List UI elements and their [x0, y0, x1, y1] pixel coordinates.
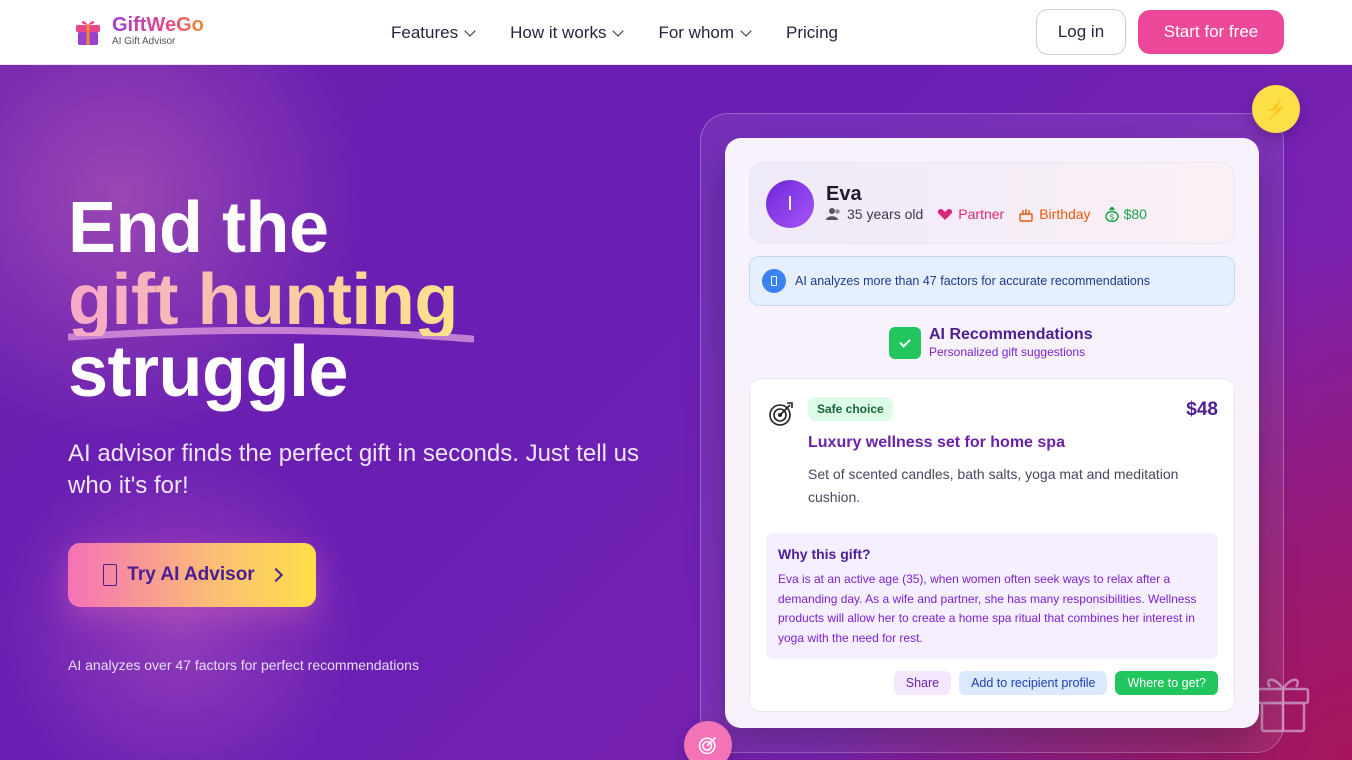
chevron-down-icon: [464, 24, 476, 37]
info-icon: [762, 269, 786, 293]
hero-subtitle: AI advisor finds the perfect gift in sec…: [68, 440, 639, 499]
age-label: 35 years old: [847, 206, 924, 222]
brand-tagline: AI Gift Advisor: [112, 36, 176, 47]
gift-actions: Share Add to recipient profile Where to …: [893, 671, 1218, 695]
gift-price: $48: [1186, 399, 1218, 420]
cta-label: Try AI Advisor: [127, 564, 255, 585]
share-button[interactable]: Share: [893, 671, 952, 695]
recipient-name: Eva: [826, 183, 862, 205]
gift-suggestion: Safe choice $48 Luxury wellness set for …: [749, 378, 1235, 712]
main-nav: Features How it works For whom Pricing: [391, 0, 838, 65]
headline-line-3: struggle: [68, 332, 349, 412]
nav-features[interactable]: Features: [391, 22, 476, 43]
gift-title: Luxury wellness set for home spa: [808, 434, 1065, 451]
occasion-tag: Birthday: [1018, 206, 1091, 222]
hero-section: End the gift hunting struggle AI advisor…: [0, 65, 1352, 760]
nav-how-it-works-label: How it works: [510, 22, 607, 42]
recipient-profile: I Eva 35 years old Partner Birthday $ $8…: [749, 162, 1235, 244]
headline-line-1: End the: [68, 188, 329, 268]
heart-icon: [938, 208, 953, 220]
brand-name: GiftWeGo: [112, 14, 204, 36]
avatar: I: [766, 180, 814, 228]
start-free-button[interactable]: Start for free: [1138, 10, 1284, 54]
money-icon: $: [1104, 207, 1119, 222]
brand-logo[interactable]: GiftWeGo AI Gift Advisor: [74, 14, 204, 48]
chevron-down-icon: [612, 24, 625, 37]
users-icon: [826, 208, 840, 220]
budget-label: $80: [1123, 206, 1147, 222]
relation-tag: Partner: [937, 206, 1004, 222]
nav-for-whom-label: For whom: [658, 22, 735, 42]
headline-line-2: gift hunting: [68, 260, 458, 340]
age-tag: 35 years old: [826, 206, 923, 222]
gift-description: Set of scented candles, bath salts, yoga…: [808, 466, 1179, 505]
lightning-icon: ⚡: [1252, 85, 1300, 133]
safe-choice-badge: Safe choice: [808, 397, 893, 421]
nav-how-it-works[interactable]: How it works: [510, 22, 625, 43]
nav-pricing-label: Pricing: [786, 22, 838, 42]
add-to-profile-button[interactable]: Add to recipient profile: [959, 671, 1108, 695]
why-text: Eva is at an active age (35), when women…: [778, 572, 1197, 645]
target-icon: [769, 402, 793, 426]
why-this-gift: Why this gift? Eva is at an active age (…: [766, 533, 1218, 659]
check-icon: [889, 327, 921, 359]
info-text: AI analyzes more than 47 factors for acc…: [795, 274, 1151, 288]
recipient-meta: 35 years old Partner Birthday $ $80: [826, 206, 1147, 222]
tablet-icon: [103, 564, 118, 586]
chevron-down-icon: [740, 24, 752, 37]
recommendations-header: AI Recommendations Personalized gift sug…: [889, 326, 1093, 360]
nav-for-whom[interactable]: For whom: [658, 22, 752, 43]
why-title: Why this gift?: [778, 546, 871, 562]
recommendations-subtitle: Personalized gift suggestions: [929, 345, 1086, 359]
recommendation-card: I Eva 35 years old Partner Birthday $ $8…: [725, 138, 1259, 728]
nav-features-label: Features: [391, 22, 459, 42]
relation-label: Partner: [958, 206, 1005, 222]
try-ai-advisor-button[interactable]: Try AI Advisor: [68, 543, 316, 607]
occasion-label: Birthday: [1039, 206, 1091, 222]
recommendations-title: AI Recommendations: [929, 326, 1093, 343]
nav-pricing[interactable]: Pricing: [786, 23, 838, 43]
info-banner: AI analyzes more than 47 factors for acc…: [749, 256, 1235, 306]
target-icon: [698, 736, 717, 755]
site-header: GiftWeGo AI Gift Advisor Features How it…: [0, 0, 1352, 65]
gift-icon: [1256, 678, 1310, 733]
gift-icon: [76, 21, 100, 45]
where-to-get-button[interactable]: Where to get?: [1115, 671, 1218, 695]
svg-text:$: $: [1109, 213, 1114, 222]
hero-footnote: AI analyzes over 47 factors for perfect …: [68, 657, 419, 673]
login-button[interactable]: Log in: [1036, 9, 1126, 55]
chevron-right-icon: [268, 567, 283, 583]
cake-icon: [1019, 209, 1033, 222]
budget-tag: $ $80: [1104, 206, 1147, 222]
